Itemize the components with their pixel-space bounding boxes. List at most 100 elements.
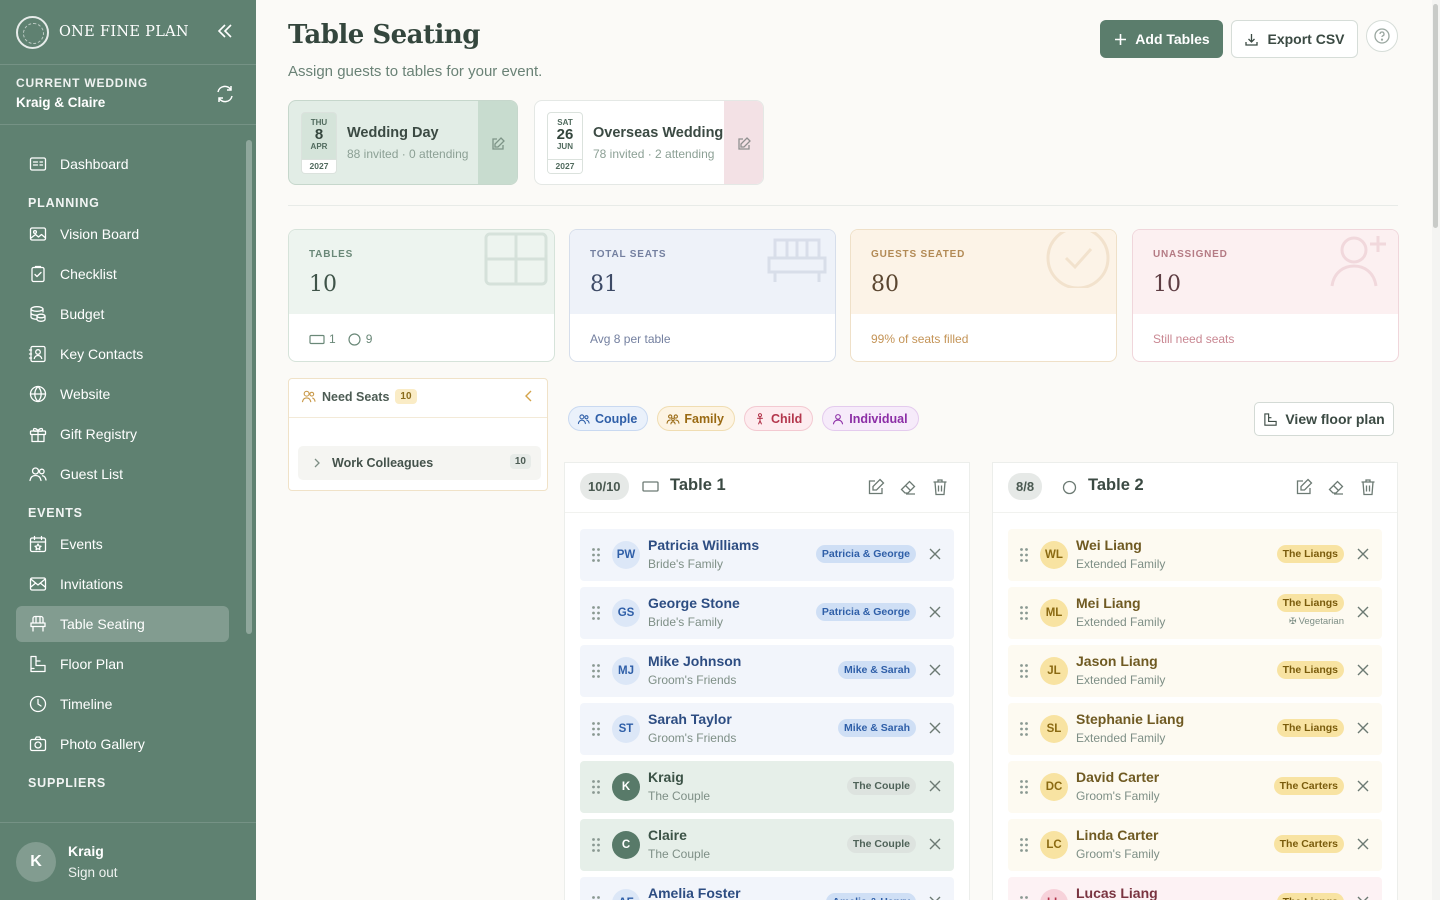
drag-handle-icon[interactable]	[1019, 605, 1029, 621]
switch-wedding-icon[interactable]	[214, 83, 236, 105]
guest-row[interactable]: LC Linda Carter Groom's Family The Carters	[1008, 819, 1382, 871]
sidebar-item-key-contacts[interactable]: Key Contacts	[16, 336, 229, 372]
remove-guest-icon[interactable]	[928, 721, 942, 735]
remove-guest-icon[interactable]	[928, 663, 942, 677]
help-button[interactable]	[1366, 20, 1398, 52]
guest-row[interactable]: C Claire The Couple The Couple	[580, 819, 954, 871]
remove-guest-icon[interactable]	[1356, 663, 1370, 677]
guest-name: David Carter	[1076, 769, 1160, 785]
drag-handle-icon[interactable]	[591, 663, 601, 679]
sidebar-item-checklist[interactable]: Checklist	[16, 256, 229, 292]
legend-chip-family[interactable]: Family	[657, 406, 735, 431]
guest-row[interactable]: MJ Mike Johnson Groom's Friends Mike & Sara…	[580, 645, 954, 697]
event-day: 26	[556, 126, 574, 143]
guest-row[interactable]: AF Amelia Foster Amelia & Henry	[580, 877, 954, 900]
remove-guest-icon[interactable]	[1356, 895, 1370, 900]
event-card-wedding-day[interactable]: THU 8 APR 2027 Wedding Day 88 invited · …	[288, 100, 518, 185]
eraser-icon[interactable]	[898, 477, 918, 497]
remove-guest-icon[interactable]	[1356, 837, 1370, 851]
collapse-sidebar-icon[interactable]	[214, 20, 236, 42]
dashboard-icon	[29, 157, 47, 171]
sidebar-item-table-seating[interactable]: Table Seating	[16, 606, 229, 642]
drag-handle-icon[interactable]	[1019, 663, 1029, 679]
legend-chip-label: Couple	[595, 411, 638, 426]
event-year: 2027	[548, 159, 582, 173]
edit-table-icon[interactable]	[866, 477, 886, 497]
drag-handle-icon[interactable]	[591, 605, 601, 621]
guest-name: Sarah Taylor	[648, 711, 732, 727]
sidebar-item-budget[interactable]: Budget	[16, 296, 229, 332]
export-csv-button[interactable]: Export CSV	[1231, 20, 1358, 58]
remove-guest-icon[interactable]	[928, 547, 942, 561]
event-card-overseas-wedding[interactable]: SAT 26 JUN 2027 Overseas Wedding 78 invi…	[534, 100, 764, 185]
legend-chip-child[interactable]: Child	[743, 406, 814, 431]
sidebar-item-gift-registry[interactable]: Gift Registry	[16, 416, 229, 452]
sidebar-item-events[interactable]: Events	[16, 526, 229, 562]
legend-chip-couple[interactable]: Couple	[568, 406, 649, 431]
event-meta: 78 invited · 2 attending	[593, 147, 715, 161]
sidebar-item-website[interactable]: Website	[16, 376, 229, 412]
drag-handle-icon[interactable]	[591, 779, 601, 795]
remove-guest-icon[interactable]	[1356, 721, 1370, 735]
sofa-icon	[767, 238, 827, 282]
remove-guest-icon[interactable]	[928, 837, 942, 851]
guest-row[interactable]: PW Patricia Williams Bride's Family Patrici…	[580, 529, 954, 581]
rect-count: 1	[329, 332, 336, 346]
sidebar-scrollbar[interactable]	[246, 140, 252, 634]
remove-guest-icon[interactable]	[928, 779, 942, 793]
guest-row[interactable]: WL Wei Liang Extended Family The Liangs	[1008, 529, 1382, 581]
remove-guest-icon[interactable]	[928, 895, 942, 900]
legend-chip-label: Family	[684, 411, 724, 426]
sidebar-item-label: Vision Board	[60, 226, 140, 242]
edit-table-icon[interactable]	[1294, 477, 1314, 497]
guest-row[interactable]: DC David Carter Groom's Family The Carters	[1008, 761, 1382, 813]
guest-row[interactable]: GS George Stone Bride's Family Patricia & G…	[580, 587, 954, 639]
remove-guest-icon[interactable]	[928, 605, 942, 619]
guest-row[interactable]: SL Stephanie Liang Extended Family The Lian…	[1008, 703, 1382, 755]
edit-event-button[interactable]	[724, 101, 763, 184]
guest-row[interactable]: ST Sarah Taylor Groom's Friends Mike & Sara…	[580, 703, 954, 755]
sidebar-item-guest-list[interactable]: Guest List	[16, 456, 229, 492]
sidebar-item-dashboard[interactable]: Dashboard	[16, 146, 229, 182]
chevron-left-icon[interactable]	[523, 389, 535, 403]
guest-row[interactable]: LL Lucas Liang The Liangs	[1008, 877, 1382, 900]
page-title: Table Seating	[288, 20, 481, 50]
drag-handle-icon[interactable]	[1019, 837, 1029, 853]
need-seats-header: Need Seats 10	[301, 389, 417, 404]
legend-chip-individual[interactable]: Individual	[822, 406, 919, 431]
sidebar-item-invitations[interactable]: Invitations	[16, 566, 229, 602]
event-meta: 88 invited · 0 attending	[347, 147, 469, 161]
sidebar-item-floor-plan[interactable]: Floor Plan	[16, 646, 229, 682]
eraser-icon[interactable]	[1326, 477, 1346, 497]
guest-group-work-colleagues[interactable]: Work Colleagues 10	[298, 446, 541, 480]
drag-handle-icon[interactable]	[591, 895, 601, 900]
guest-row[interactable]: JL Jason Liang Extended Family The Liangs	[1008, 645, 1382, 697]
user-plus-icon	[1330, 236, 1386, 287]
view-floor-plan-button[interactable]: View floor plan	[1254, 402, 1394, 436]
round-table-icon	[1062, 480, 1077, 495]
sidebar-nav: Dashboard PLANNING Vision Board Checklist Bu…	[16, 146, 229, 796]
sidebar-item-photo-gallery[interactable]: Photo Gallery	[16, 726, 229, 762]
drag-handle-icon[interactable]	[1019, 895, 1029, 900]
guest-row[interactable]: ML Mei Liang Extended Family The Liangs ✠ Veg…	[1008, 587, 1382, 639]
add-tables-button[interactable]: Add Tables	[1100, 20, 1223, 58]
drag-handle-icon[interactable]	[1019, 779, 1029, 795]
drag-handle-icon[interactable]	[591, 547, 601, 563]
avatar[interactable]: K	[16, 842, 56, 882]
drag-handle-icon[interactable]	[591, 721, 601, 737]
page-scrollbar-thumb[interactable]	[1433, 4, 1438, 228]
guest-row[interactable]: K Kraig The Couple The Couple	[580, 761, 954, 813]
sign-out-link[interactable]: Sign out	[68, 865, 118, 880]
remove-guest-icon[interactable]	[1356, 547, 1370, 561]
drag-handle-icon[interactable]	[591, 837, 601, 853]
trash-icon[interactable]	[930, 477, 950, 497]
event-year: 2027	[302, 159, 336, 173]
remove-guest-icon[interactable]	[1356, 779, 1370, 793]
sidebar-item-vision-board[interactable]: Vision Board	[16, 216, 229, 252]
drag-handle-icon[interactable]	[1019, 721, 1029, 737]
sidebar-item-timeline[interactable]: Timeline	[16, 686, 229, 722]
trash-icon[interactable]	[1358, 477, 1378, 497]
remove-guest-icon[interactable]	[1356, 605, 1370, 619]
edit-event-button[interactable]	[478, 101, 517, 184]
drag-handle-icon[interactable]	[1019, 547, 1029, 563]
